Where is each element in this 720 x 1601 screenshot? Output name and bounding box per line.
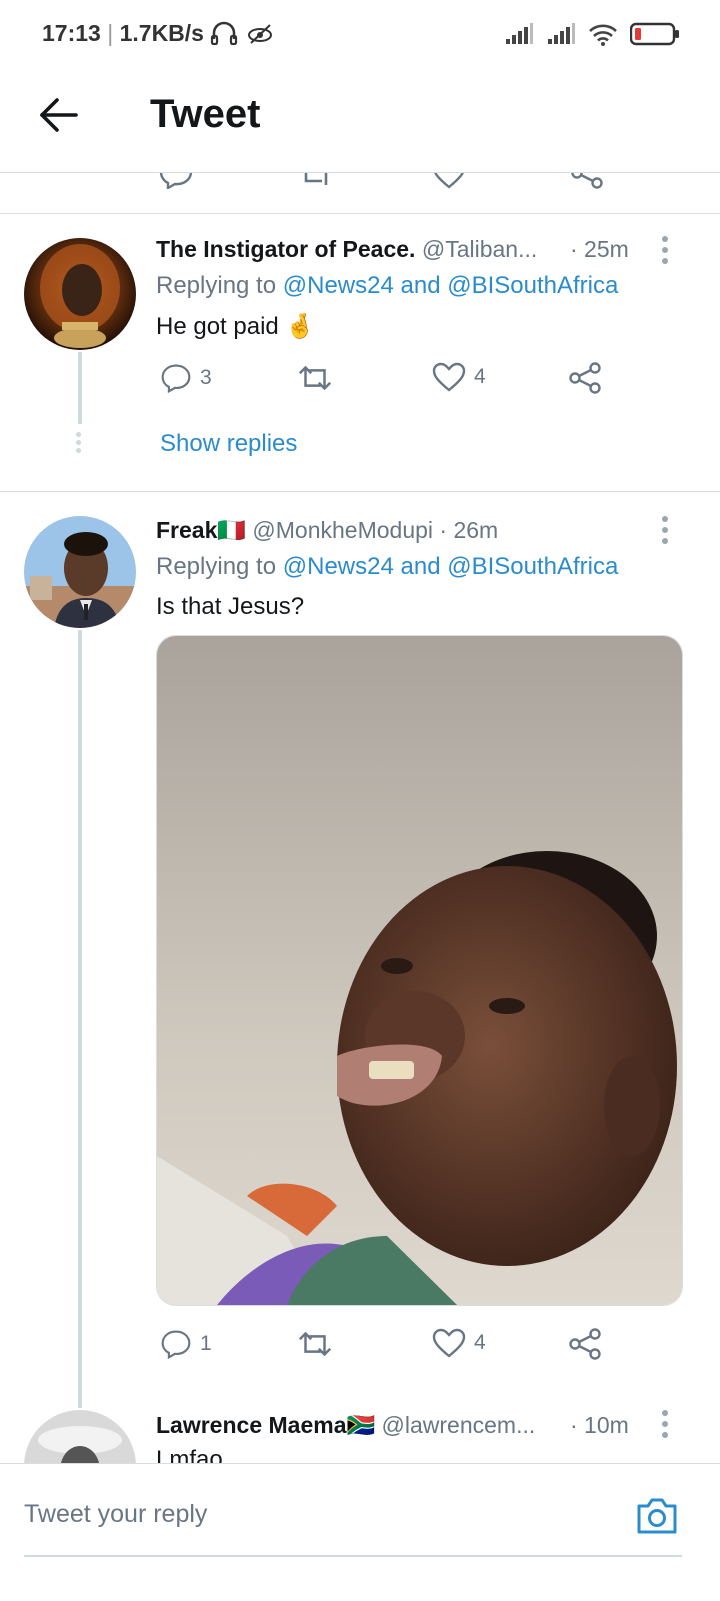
tweet-text: He got paid 🤞 — [156, 313, 316, 340]
reply-button[interactable]: 1 — [160, 1328, 212, 1360]
eye-slash-icon — [247, 24, 272, 44]
tweet-text: Is that Jesus? — [156, 593, 305, 620]
signal-icon — [506, 23, 533, 44]
like-icon[interactable] — [432, 173, 466, 189]
reply-icon[interactable] — [158, 173, 194, 189]
status-bar: 17:13 | 1.7KB/s — [42, 20, 275, 47]
lion-avatar-image — [24, 238, 136, 350]
tweet-media-image[interactable] — [156, 635, 683, 1306]
reply-icon — [161, 1330, 191, 1360]
replying-to: Replying to @News24 and @BISouthAfrica — [156, 553, 618, 581]
share-button[interactable] — [568, 362, 602, 394]
mention-and: and — [400, 553, 441, 580]
camera-icon[interactable] — [635, 1496, 679, 1536]
like-count: 4 — [474, 365, 486, 388]
share-button[interactable] — [568, 1328, 602, 1360]
headphones-icon — [211, 21, 238, 46]
avatar[interactable] — [24, 238, 136, 350]
thread-line — [78, 630, 82, 1408]
author-name[interactable]: The Instigator of Peace. — [156, 236, 415, 262]
tweet-actions: 1 4 — [160, 1328, 630, 1364]
tweet-actions: 3 4 — [160, 362, 630, 398]
tweet-author-line: Lawrence Maema🇿🇦 @lawrencem... — [156, 1412, 535, 1439]
back-arrow-icon[interactable] — [38, 94, 80, 136]
photo-image — [157, 636, 682, 1305]
author-handle[interactable]: @Taliban... — [422, 236, 537, 262]
tweet-time: · 10m — [570, 1412, 629, 1438]
reply-count: 1 — [200, 1332, 212, 1355]
author-handle[interactable]: @MonkheModupi — [252, 517, 433, 543]
reply-count: 3 — [200, 366, 212, 389]
battery-icon — [630, 22, 679, 46]
tweet-time: · 25m — [570, 236, 629, 262]
tweet-time: · 26m — [439, 517, 499, 543]
retweet-button[interactable] — [296, 1328, 334, 1360]
share-icon — [569, 1328, 601, 1360]
share-icon[interactable] — [570, 173, 604, 189]
more-options-icon[interactable] — [662, 516, 668, 549]
reply-input-underline — [24, 1555, 682, 1557]
thread-dots — [76, 432, 81, 453]
reply-composer — [0, 1463, 720, 1601]
page-title: Tweet — [150, 92, 261, 136]
replying-to: Replying to @News24 and @BISouthAfrica — [156, 272, 618, 300]
tweet-divider — [0, 213, 720, 214]
thread-line — [78, 352, 82, 424]
tweet-author-line: The Instigator of Peace. @Taliban... — [156, 236, 537, 263]
mention-link[interactable]: @BISouthAfrica — [447, 553, 618, 580]
heart-icon — [432, 362, 466, 392]
tweet-divider — [0, 491, 720, 492]
retweet-icon — [298, 1331, 332, 1357]
share-icon — [569, 362, 601, 394]
tweet-author-line: Freak🇮🇹 @MonkheModupi · 26m — [156, 517, 498, 544]
previous-tweet-actions — [0, 173, 720, 189]
retweet-icon — [298, 365, 332, 391]
retweet-button[interactable] — [296, 362, 334, 394]
reply-icon — [161, 364, 191, 394]
mention-link[interactable]: @BISouthAfrica — [447, 272, 618, 299]
like-count: 4 — [474, 1331, 486, 1354]
heart-icon — [432, 1328, 466, 1358]
retweet-icon[interactable] — [296, 173, 336, 189]
wifi-icon — [589, 24, 617, 46]
replying-prefix: Replying to — [156, 272, 277, 299]
author-name[interactable]: Freak🇮🇹 — [156, 517, 246, 543]
like-button[interactable]: 4 — [432, 1328, 486, 1358]
like-button[interactable]: 4 — [432, 362, 486, 392]
replying-prefix: Replying to — [156, 553, 277, 580]
show-replies-link[interactable]: Show replies — [160, 430, 297, 458]
status-time: 17:13 — [42, 20, 101, 46]
author-handle[interactable]: @lawrencem... — [382, 1412, 536, 1438]
more-options-icon[interactable] — [662, 1410, 668, 1443]
reply-button[interactable]: 3 — [160, 362, 212, 394]
mention-and: and — [400, 272, 441, 299]
network-speed: 1.7KB/s — [119, 20, 204, 46]
user-photo-avatar — [24, 516, 136, 628]
author-name[interactable]: Lawrence Maema🇿🇦 — [156, 1412, 375, 1438]
status-icons — [504, 22, 680, 46]
more-options-icon[interactable] — [662, 236, 668, 269]
reply-input[interactable]: Tweet your reply — [24, 1500, 207, 1529]
signal-icon-2 — [548, 23, 575, 44]
mention-link[interactable]: @News24 — [283, 553, 394, 580]
avatar[interactable] — [24, 516, 136, 628]
mention-link[interactable]: @News24 — [283, 272, 394, 299]
